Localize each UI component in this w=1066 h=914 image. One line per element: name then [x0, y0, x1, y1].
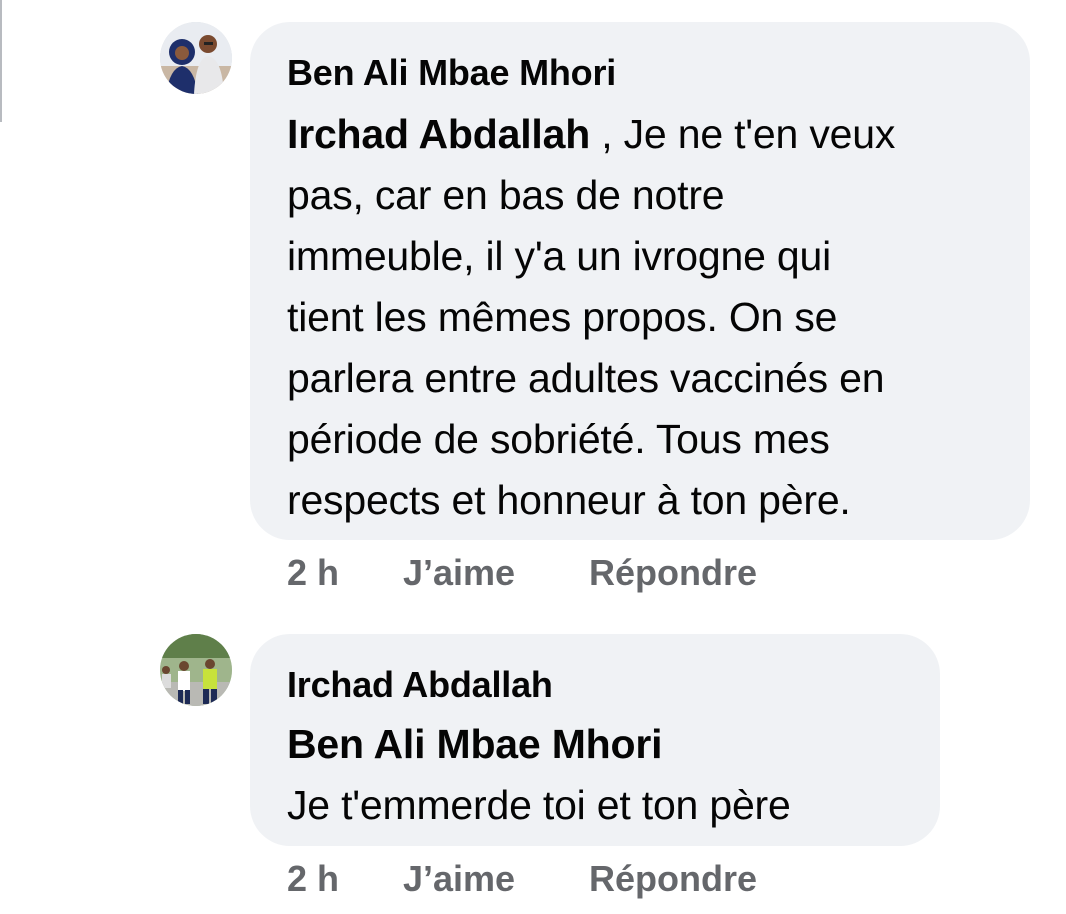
- comment-timestamp[interactable]: 2 h: [287, 552, 339, 594]
- avatar-photo-icon: [160, 634, 232, 706]
- comment-line: pas, car en bas de notre: [287, 172, 725, 218]
- comment-line: parlera entre adultes vaccinés en: [287, 355, 885, 401]
- comment-line: immeuble, il y'a un ivrogne qui: [287, 233, 832, 279]
- comment-timestamp[interactable]: 2 h: [287, 858, 339, 900]
- comment-author[interactable]: Ben Ali Mbae Mhori: [287, 52, 1030, 94]
- comment-text-segment: , Je ne t'en veux: [590, 111, 896, 157]
- comment-bubble: Ben Ali Mbae Mhori Irchad Abdallah , Je …: [250, 22, 1030, 540]
- comment-line: période de sobriété. Tous mes: [287, 416, 830, 462]
- comment-text: Irchad Abdallah , Je ne t'en veux pas, c…: [287, 104, 1030, 531]
- mention-tag[interactable]: Irchad Abdallah: [287, 111, 590, 157]
- comment-bubble: Irchad Abdallah Ben Ali Mbae Mhori Je t'…: [250, 634, 940, 846]
- comment-line: Je t'emmerde toi et ton père: [287, 782, 791, 828]
- comment-text: Ben Ali Mbae Mhori Je t'emmerde toi et t…: [287, 714, 940, 836]
- avatar-ben-ali-mbae-mhori[interactable]: [160, 22, 232, 94]
- like-button[interactable]: J’aime: [403, 858, 515, 900]
- comment-line: respects et honneur à ton père.: [287, 477, 851, 523]
- thread-connector-line: [0, 0, 2, 122]
- comment-line: Irchad Abdallah , Je ne t'en veux: [287, 104, 1030, 165]
- reply-button[interactable]: Répondre: [589, 858, 757, 900]
- avatar-irchad-abdallah[interactable]: [160, 634, 232, 706]
- mention-tag[interactable]: Ben Ali Mbae Mhori: [287, 714, 940, 775]
- like-button[interactable]: J’aime: [403, 552, 515, 594]
- reply-button[interactable]: Répondre: [589, 552, 757, 594]
- comment-author[interactable]: Irchad Abdallah: [287, 664, 940, 706]
- comment-line: tient les mêmes propos. On se: [287, 294, 838, 340]
- avatar-photo-icon: [160, 22, 232, 94]
